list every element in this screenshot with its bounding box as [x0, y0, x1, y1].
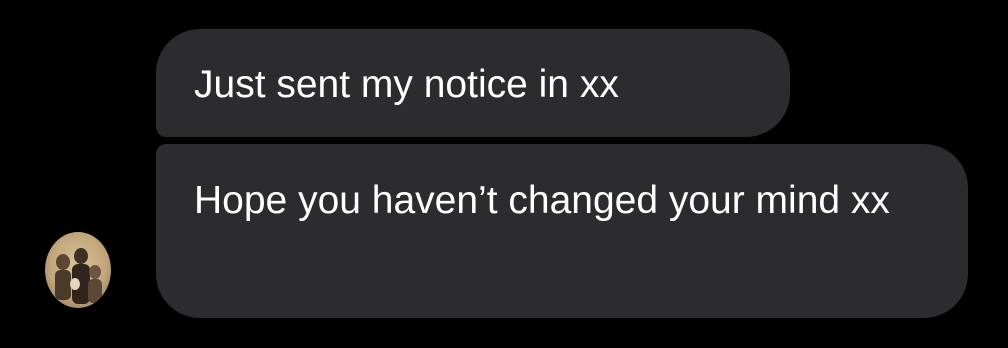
message-bubble[interactable]: Hope you haven’t changed your mind xx	[156, 144, 968, 318]
message-bubble[interactable]: Just sent my notice in xx	[156, 29, 790, 137]
sender-avatar[interactable]	[45, 232, 111, 308]
message-text: Just sent my notice in xx	[194, 63, 619, 106]
message-text: Hope you haven’t changed your mind xx	[194, 179, 890, 222]
sender-photo-icon	[45, 232, 111, 308]
message-thread: Just sent my notice in xx Hope you haven…	[0, 0, 1008, 348]
